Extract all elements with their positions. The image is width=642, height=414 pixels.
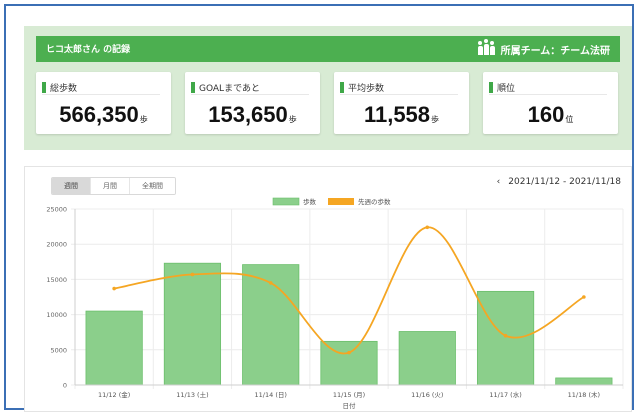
stat-value: 11,558	[363, 102, 431, 127]
line-point	[268, 281, 273, 285]
card-accent-mark	[489, 81, 493, 93]
y-tick-label: 20000	[46, 241, 67, 249]
bar-series	[85, 262, 613, 386]
line-point	[425, 225, 430, 230]
x-tick-label: 11/14 (日)	[255, 391, 287, 399]
record-title: ヒコ太郎さん の記録	[46, 45, 131, 55]
team-info: 所属チーム：チーム法研	[477, 39, 610, 57]
stat-label: 順位	[497, 83, 516, 94]
bar-steps	[85, 310, 143, 386]
x-tick-label: 11/16 (火)	[411, 391, 443, 399]
stat-label: 平均歩数	[348, 83, 385, 94]
bar-steps	[555, 377, 613, 386]
y-tick-label: 15000	[46, 276, 67, 284]
legend-label-steps: 歩数	[303, 197, 317, 206]
y-tick-label: 5000	[50, 346, 67, 354]
stat-unit: 歩	[431, 115, 440, 124]
stat-label: GOALまであと	[199, 83, 260, 94]
stat-value: 153,650	[208, 102, 288, 127]
x-tick-label: 11/12 (金)	[98, 390, 130, 399]
legend-swatch-last-week	[328, 198, 354, 205]
stats-panel: ヒコ太郎さん の記録 所属チーム：チーム法研 総歩数 566,350歩 GOAL…	[24, 26, 632, 150]
line-point	[347, 350, 351, 355]
bar-steps	[398, 331, 456, 386]
y-tick-label: 10000	[46, 311, 67, 319]
steps-chart: 歩数 先週の歩数 0 5000 10000 15000 20000 25000 11/12 (…	[46, 197, 624, 410]
line-point	[503, 333, 508, 338]
stat-card-average-steps: 平均歩数 11,558歩	[334, 72, 469, 134]
team-people-icon	[477, 39, 495, 55]
chart-panel: 週間 月間 全期間 ‹ 2021/11/12 - 2021/11/18 歩数 先週…	[24, 166, 632, 412]
bar-steps	[476, 290, 535, 386]
stat-value: 566,350	[59, 102, 139, 127]
stat-card-total-steps: 総歩数 566,350歩	[36, 72, 171, 134]
line-point	[582, 295, 586, 299]
card-accent-mark	[42, 81, 46, 93]
team-name: 所属チーム：チーム法研	[500, 46, 610, 57]
x-tick-label: 11/13 (土)	[176, 390, 208, 399]
bar-steps	[163, 262, 222, 386]
stat-unit: 歩	[288, 115, 297, 124]
x-axis-label: 日付	[343, 401, 357, 410]
stat-unit: 歩	[139, 115, 148, 124]
legend-label-last-week: 先週の歩数	[358, 197, 391, 206]
x-tick-label: 11/15 (月)	[333, 391, 365, 399]
stat-card-goal-remaining: GOALまであと 153,650歩	[185, 72, 320, 134]
record-header-bar: ヒコ太郎さん の記録 所属チーム：チーム法研	[36, 36, 620, 62]
app-frame: ヒコ太郎さん の記録 所属チーム：チーム法研 総歩数 566,350歩 GOAL…	[4, 4, 634, 412]
stat-label: 総歩数	[50, 83, 78, 94]
card-accent-mark	[191, 81, 195, 93]
y-tick-label: 0	[63, 382, 67, 390]
legend-swatch-steps	[272, 197, 300, 206]
y-tick-label: 25000	[46, 206, 67, 214]
line-point	[190, 272, 195, 277]
line-point	[112, 286, 116, 291]
stat-card-rank: 順位 160位	[483, 72, 618, 134]
x-tick-label: 11/17 (水)	[489, 390, 521, 399]
chart-legend: 歩数 先週の歩数	[272, 197, 391, 206]
card-accent-mark	[340, 81, 344, 93]
stat-value: 160	[527, 102, 565, 127]
stat-unit: 位	[565, 115, 574, 124]
x-tick-label: 11/18 (木)	[568, 390, 600, 399]
